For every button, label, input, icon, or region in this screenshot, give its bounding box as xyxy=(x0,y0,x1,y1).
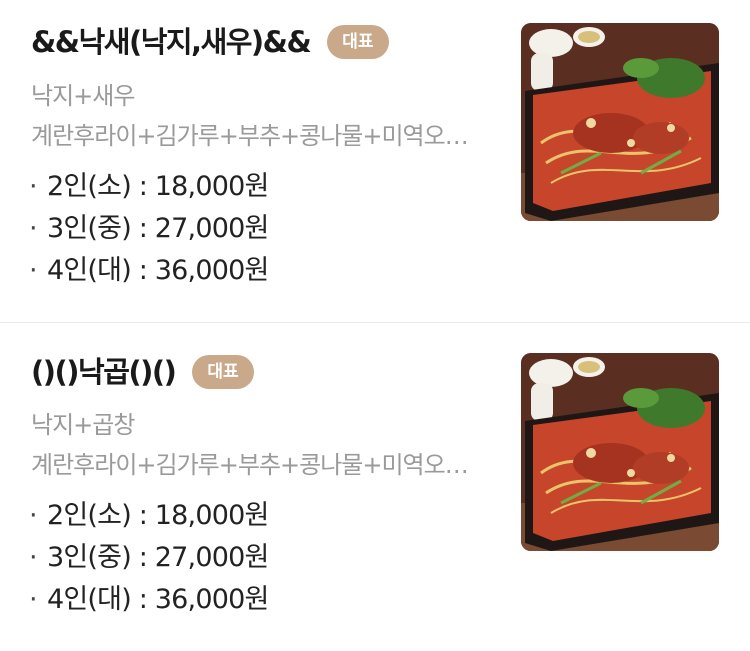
price-text: 2인(소) : 18,000원 xyxy=(47,171,269,202)
menu-list: &&낙새(낙지,새우)&& 대표 낙지+새우 계란후라이+김가루+부추+콩나물+… xyxy=(0,0,750,651)
signature-badge: 대표 xyxy=(327,25,389,59)
menu-item-subtitle: 낙지+곱창 xyxy=(31,411,135,439)
bullet: · xyxy=(29,213,38,244)
bullet: · xyxy=(29,171,38,202)
price-option: · 2인(소) : 18,000원 xyxy=(29,166,269,208)
menu-item-photo[interactable] xyxy=(521,23,719,221)
bullet: · xyxy=(29,542,38,573)
menu-item-description: 계란후라이+김가루+부추+콩나물+미역오… xyxy=(31,451,469,479)
menu-item[interactable]: &&낙새(낙지,새우)&& 대표 낙지+새우 계란후라이+김가루+부추+콩나물+… xyxy=(0,0,750,322)
food-photo-illustration xyxy=(521,353,719,551)
price-text: 3인(중) : 27,000원 xyxy=(47,213,269,244)
price-list: · 2인(소) : 18,000원 · 3인(중) : 27,000원 · 4인(대)… xyxy=(29,495,269,621)
price-text: 2인(소) : 18,000원 xyxy=(47,500,269,531)
price-option: · 2인(소) : 18,000원 xyxy=(29,495,269,537)
price-option: · 4인(대) : 36,000원 xyxy=(29,250,269,292)
price-option: · 3인(중) : 27,000원 xyxy=(29,208,269,250)
signature-badge: 대표 xyxy=(192,355,254,389)
bullet: · xyxy=(29,500,38,531)
menu-item-name: &&낙새(낙지,새우)&& xyxy=(31,25,312,59)
menu-item-description: 계란후라이+김가루+부추+콩나물+미역오… xyxy=(31,122,469,150)
menu-title-row: &&낙새(낙지,새우)&& 대표 xyxy=(31,24,389,60)
menu-title-row: ()()낙곱()() 대표 xyxy=(31,354,254,390)
price-text: 3인(중) : 27,000원 xyxy=(47,542,269,573)
food-photo-illustration xyxy=(521,23,719,221)
price-text: 4인(대) : 36,000원 xyxy=(47,584,269,615)
price-option: · 3인(중) : 27,000원 xyxy=(29,537,269,579)
menu-item-photo[interactable] xyxy=(521,353,719,551)
price-text: 4인(대) : 36,000원 xyxy=(47,255,269,286)
bullet: · xyxy=(29,255,38,286)
menu-item-subtitle: 낙지+새우 xyxy=(31,82,135,110)
bullet: · xyxy=(29,584,38,615)
menu-item[interactable]: ()()낙곱()() 대표 낙지+곱창 계란후라이+김가루+부추+콩나물+미역오… xyxy=(0,322,750,651)
menu-item-name: ()()낙곱()() xyxy=(31,355,177,389)
price-list: · 2인(소) : 18,000원 · 3인(중) : 27,000원 · 4인(대)… xyxy=(29,166,269,292)
price-option: · 4인(대) : 36,000원 xyxy=(29,579,269,621)
